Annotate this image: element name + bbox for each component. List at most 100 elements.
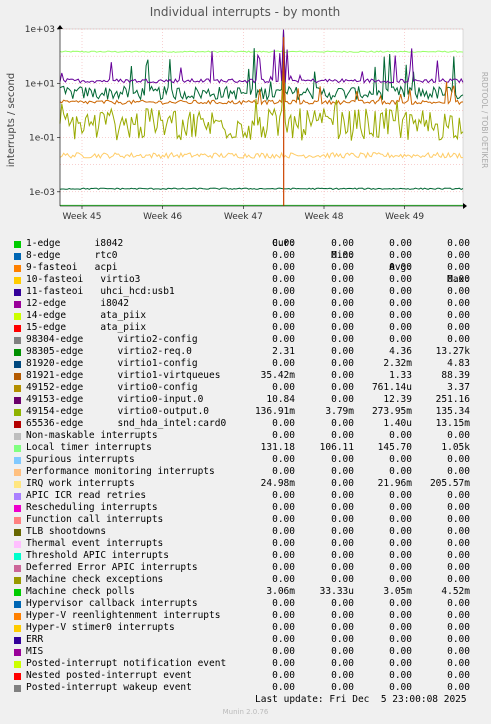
legend-swatch [14, 361, 21, 368]
legend-label: Hypervisor callback interrupts [26, 598, 198, 609]
legend-max: 0.00 [447, 598, 470, 609]
legend-row: Spurious interrupts 0.00 0.00 0.00 0.00 [0, 454, 491, 466]
legend-max: 0.00 [447, 622, 470, 633]
legend-max: 205.57m [429, 478, 470, 489]
legend-label: Non-maskable interrupts [26, 430, 158, 441]
legend-label: 98305-edge virtio2-req.0 [26, 346, 192, 357]
legend-swatch [14, 373, 21, 380]
legend-row: 11-fasteoi uhci_hcd:usb1 0.00 0.00 0.00 0.00 [0, 286, 491, 298]
plot-area [59, 28, 464, 207]
legend-max: 0.00 [447, 538, 470, 549]
chart: Individual interrupts - by month interru… [0, 0, 491, 226]
legend-row: ERR 0.00 0.00 0.00 0.00 [0, 634, 491, 646]
legend-row: Posted-interrupt wakeup event 0.00 0.00 0.0… [0, 682, 491, 694]
x-tick-label: Week 49 [385, 212, 424, 222]
legend-row: Rescheduling interrupts 0.00 0.00 0.00 0.00 [0, 502, 491, 514]
legend-max: 3.37 [447, 382, 470, 393]
legend-max: 135.34 [435, 406, 470, 417]
legend-swatch [14, 601, 21, 608]
legend-label: 14-edge ata_piix [26, 310, 147, 321]
legend-row: 65536-edge snd_hda_intel:card0 0.00 0.00 1.… [0, 418, 491, 430]
legend-max: 0.00 [447, 286, 470, 297]
legend-row: Threshold APIC interrupts 0.00 0.00 0.00 0.0… [0, 550, 491, 562]
legend-row: 98305-edge virtio2-req.0 2.31 0.00 4.36 13.2… [0, 346, 491, 358]
legend-max: 0.00 [447, 454, 470, 465]
legend-max: 0.00 [447, 430, 470, 441]
legend-row: 9-fasteoi acpi 0.00 0.00 0.00 0.00 [0, 262, 491, 274]
legend-row: 10-fasteoi virtio3 0.00 0.00 0.00 0.00 [0, 274, 491, 286]
legend-label: 49154-edge virtio0-output.0 [26, 406, 210, 417]
y-tick-label: 1e+03 [25, 25, 55, 35]
x-tick-label: Week 46 [143, 212, 182, 222]
legend-label: 15-edge ata_piix [26, 322, 147, 333]
legend-label: Nested posted-interrupt event [26, 670, 192, 681]
x-tick-label: Week 48 [305, 212, 344, 222]
legend-label: 10-fasteoi virtio3 [26, 274, 141, 285]
legend-swatch [14, 397, 21, 404]
legend-max: 4.52m [441, 586, 470, 597]
legend-label: IRQ work interrupts [26, 478, 135, 489]
legend-max: 0.00 [447, 658, 470, 669]
legend-label: Deferred Error APIC interrupts [26, 562, 198, 573]
legend-label: 81921-edge virtio1-virtqueues [26, 370, 221, 381]
legend-max: 0.00 [447, 670, 470, 681]
chart-title: Individual interrupts - by month [150, 5, 341, 19]
legend-max: 0.00 [447, 310, 470, 321]
legend-swatch [14, 481, 21, 488]
legend-swatch [14, 469, 21, 476]
legend-label: 9-fasteoi acpi [26, 262, 118, 273]
legend-swatch [14, 409, 21, 416]
legend-swatch [14, 553, 21, 560]
legend-label: 65536-edge snd_hda_intel:card0 [26, 418, 227, 429]
legend-max: 1.05k [441, 442, 470, 453]
legend-swatch [14, 421, 21, 428]
legend-row: 81921-edge virtio1-virtqueues 35.42m 0.00 1… [0, 370, 491, 382]
legend-label: Thermal event interrupts [26, 538, 164, 549]
legend-max: 0.00 [447, 466, 470, 477]
legend-max: 0.00 [447, 550, 470, 561]
legend-row: Machine check exceptions 0.00 0.00 0.00 0.00 [0, 574, 491, 586]
legend-swatch [14, 613, 21, 620]
legend-swatch [14, 265, 21, 272]
legend-label: Rescheduling interrupts [26, 502, 158, 513]
legend-label: 49153-edge virtio0-input.0 [26, 394, 204, 405]
legend-label: Posted-interrupt notification event [26, 658, 227, 669]
legend-swatch [14, 649, 21, 656]
legend-row: Hyper-V stimer0 interrupts 0.00 0.00 0.00 0.… [0, 622, 491, 634]
legend-label: MIS [26, 646, 44, 657]
legend-label: Local timer interrupts [26, 442, 152, 453]
legend-max: 0.00 [447, 514, 470, 525]
legend-swatch [14, 637, 21, 644]
legend-max: 88.39 [441, 370, 470, 381]
legend-swatch [14, 565, 21, 572]
legend-label: ERR [26, 634, 44, 645]
legend-swatch [14, 493, 21, 500]
legend-label: TLB shootdowns [26, 526, 107, 537]
legend-row: 14-edge ata_piix 0.00 0.00 0.00 0.00 [0, 310, 491, 322]
legend-max: 13.27k [435, 346, 470, 357]
legend-max: 0.00 [447, 502, 470, 513]
legend-row: Local timer interrupts 131.18 106.11 145.70… [0, 442, 491, 454]
legend-row: Hypervisor callback interrupts 0.00 0.00 0.… [0, 598, 491, 610]
legend-max: 0.00 [447, 634, 470, 645]
side-watermark: RRDTOOL / TOBI OETIKER [480, 72, 489, 169]
legend-swatch [14, 529, 21, 536]
legend-max: 0.00 [447, 322, 470, 333]
legend-max: 0.00 [447, 574, 470, 585]
legend-label: Hyper-V stimer0 interrupts [26, 622, 175, 633]
legend-max: 251.16 [435, 394, 470, 405]
y-axis-label: interrupts / second [6, 73, 17, 167]
legend-swatch [14, 349, 21, 356]
legend-swatch [14, 673, 21, 680]
legend-swatch [14, 385, 21, 392]
legend-row: 81920-edge virtio1-config 0.00 0.00 2.32m 4.… [0, 358, 491, 370]
version-label: Munin 2.0.76 [222, 708, 269, 716]
legend-swatch [14, 241, 21, 248]
legend-max: 0.00 [447, 526, 470, 537]
legend-max: 0.00 [447, 274, 470, 285]
legend-row: 49154-edge virtio0-output.0 136.91m 3.79m 2… [0, 406, 491, 418]
legend-max: 0.00 [447, 610, 470, 621]
legend-swatch [14, 661, 21, 668]
legend-row: 12-edge i8042 0.00 0.00 0.00 0.00 [0, 298, 491, 310]
y-tick-label: 1e-01 [29, 134, 55, 144]
